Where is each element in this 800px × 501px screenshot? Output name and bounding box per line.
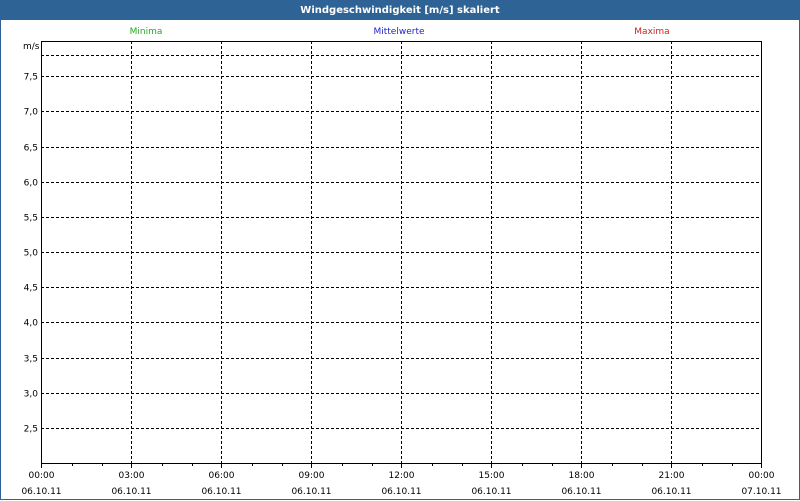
x-tick-time: 00:00 (749, 471, 775, 481)
x-tick-time: 06:00 (209, 471, 235, 481)
x-tick-time: 15:00 (479, 471, 505, 481)
y-tick-label: 7,0 (24, 108, 39, 118)
x-tick-date: 06.10.11 (111, 487, 151, 497)
legend-item-maxima: Maxima (634, 27, 669, 37)
y-tick-label: 6,0 (24, 179, 39, 189)
x-tick-date: 06.10.11 (471, 487, 511, 497)
x-tick-time: 18:00 (569, 471, 595, 481)
x-tick-date: 06.10.11 (561, 487, 601, 497)
x-tick-date: 06.10.11 (291, 487, 331, 497)
legend: Minima Mittelwerte Maxima (130, 27, 670, 37)
legend-item-mittelwerte: Mittelwerte (373, 27, 424, 37)
x-tick-time: 12:00 (389, 471, 415, 481)
chart-window: Windgeschwindigkeit [m/s] skaliert Minim… (0, 0, 800, 500)
y-axis-label: m/s (23, 42, 40, 52)
y-tick-label: 4,5 (24, 284, 38, 294)
y-tick-label: 7,5 (24, 73, 38, 83)
grid (41, 41, 761, 463)
y-ticks: 7,5 7,0 6,5 6,0 5,5 5,0 4,5 4,0 3,5 3,0 2,5 (24, 73, 39, 435)
x-tick-date: 06.10.11 (651, 487, 691, 497)
chart-svg: Minima Mittelwerte Maxima m/s 7,5 7,0 6,5 6,0… (21, 27, 782, 497)
y-tick-label: 3,0 (24, 390, 39, 400)
y-tick-label: 3,5 (24, 355, 38, 365)
x-tick-time: 03:00 (119, 471, 145, 481)
x-tick-date: 06.10.11 (381, 487, 421, 497)
y-tick-label: 4,0 (24, 319, 39, 329)
x-tick-date: 07.10.11 (741, 487, 781, 497)
x-tick-time: 00:00 (29, 471, 55, 481)
y-tick-label: 6,5 (24, 144, 38, 154)
y-tick-label: 2,5 (24, 425, 38, 435)
x-tick-time: 09:00 (299, 471, 325, 481)
x-tick-date: 06.10.11 (201, 487, 241, 497)
x-tick-date: 06.10.11 (21, 487, 61, 497)
legend-item-minima: Minima (130, 27, 163, 37)
x-tick-time: 21:00 (659, 471, 685, 481)
x-ticks: 00:00 06.10.11 03:00 06.10.11 06:00 06.10.11 0… (21, 463, 782, 497)
y-tick-label: 5,5 (24, 214, 38, 224)
y-tick-label: 5,0 (24, 249, 39, 259)
